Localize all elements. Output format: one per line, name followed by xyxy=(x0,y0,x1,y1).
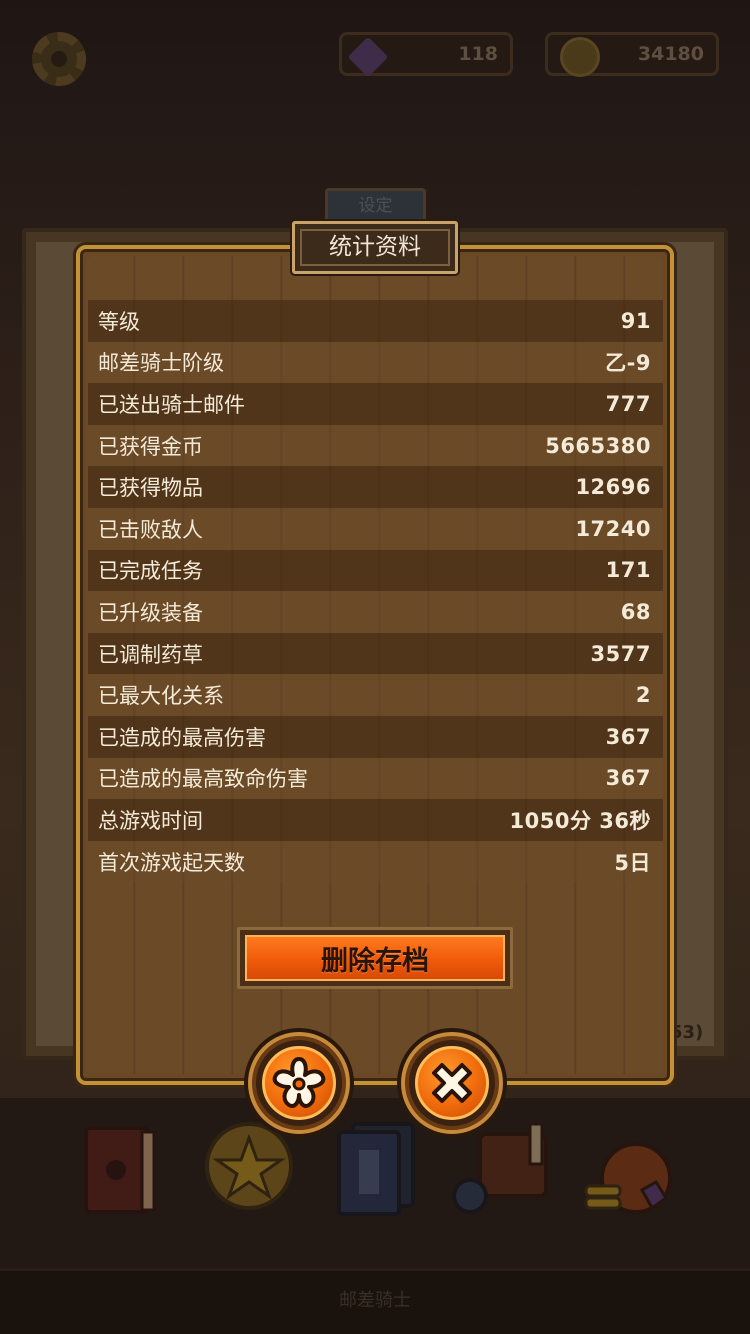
stat-value: 2 xyxy=(635,683,651,708)
stat-value: 17240 xyxy=(575,516,651,541)
cards-icon xyxy=(337,1122,415,1216)
stat-value: 5665380 xyxy=(545,433,651,458)
stat-label: 已完成任务 xyxy=(98,559,203,584)
stat-value: 91 xyxy=(620,308,651,333)
settings-button[interactable] xyxy=(248,1032,350,1134)
stat-label: 已最大化关系 xyxy=(98,684,224,709)
stat-value: 5日 xyxy=(614,850,651,875)
stat-value: 1050分 36秒 xyxy=(509,808,651,833)
gear-icon[interactable] xyxy=(32,32,86,86)
close-button[interactable] xyxy=(401,1032,503,1134)
stat-row: 已升级装备 68 xyxy=(88,591,663,633)
dialog-title-plate: 统计资料 xyxy=(292,221,458,274)
stat-value: 乙-9 xyxy=(605,351,651,376)
stat-value: 3577 xyxy=(590,641,651,666)
stat-row: 已最大化关系 2 xyxy=(88,674,663,716)
gem-icon xyxy=(347,36,389,78)
stat-row: 已完成任务 171 xyxy=(88,549,663,592)
stat-label: 已获得物品 xyxy=(98,476,203,501)
stat-label: 已获得金币 xyxy=(98,434,203,459)
stat-value: 171 xyxy=(605,558,651,583)
stat-label: 已送出骑士邮件 xyxy=(98,392,245,417)
stat-row: 已造成的最高致命伤害 367 xyxy=(88,757,663,800)
stat-row: 总游戏时间 1050分 36秒 xyxy=(88,799,663,841)
delete-save-button[interactable]: 删除存档 xyxy=(237,927,513,989)
stat-label: 首次游戏起天数 xyxy=(98,850,245,875)
gold-count: 34180 xyxy=(637,43,704,65)
stat-row: 等级 91 xyxy=(88,300,663,342)
stat-row: 邮差骑士阶级 乙-9 xyxy=(88,341,663,384)
stat-value: 367 xyxy=(605,724,651,749)
dialog-title: 统计资料 xyxy=(329,234,421,260)
stat-row: 已造成的最高伤害 367 xyxy=(88,715,663,758)
asterisk-icon xyxy=(272,1057,326,1108)
stat-label: 已造成的最高伤害 xyxy=(98,725,266,750)
stat-label: 已升级装备 xyxy=(98,600,203,625)
stat-row: 已调制药草 3577 xyxy=(88,632,663,675)
stat-row: 已获得金币 5665380 xyxy=(88,424,663,467)
stat-value: 777 xyxy=(605,391,651,416)
stat-row: 已获得物品 12696 xyxy=(88,466,663,508)
delete-save-label: 删除存档 xyxy=(245,935,505,981)
stat-row: 已送出骑士邮件 777 xyxy=(88,383,663,425)
background-settings-tab: 设定 xyxy=(325,188,426,224)
stat-value: 12696 xyxy=(575,475,651,500)
satchel-icon xyxy=(452,1122,548,1214)
close-icon xyxy=(432,1063,472,1103)
stat-label: 已击败敌人 xyxy=(98,517,203,542)
gem-count: 118 xyxy=(458,43,498,65)
stat-row: 已击败敌人 17240 xyxy=(88,507,663,550)
stat-label: 等级 xyxy=(98,309,140,334)
stat-label: 总游戏时间 xyxy=(98,808,203,833)
stat-label: 邮差骑士阶级 xyxy=(98,351,224,376)
gem-counter: 118 xyxy=(339,32,513,78)
stat-value: 367 xyxy=(605,766,651,791)
background-partial-badge: 53) xyxy=(670,1022,704,1043)
stats-list: 等级 91 邮差骑士阶级 乙-9 已送出骑士邮件 777 已获得金币 5665380 已获得物品… xyxy=(88,300,663,883)
stat-label: 已调制药草 xyxy=(98,642,203,667)
stat-value: 68 xyxy=(620,599,651,624)
stat-label: 已造成的最高致命伤害 xyxy=(98,767,308,792)
coin-icon xyxy=(560,37,600,77)
stat-row: 首次游戏起天数 5日 xyxy=(88,840,663,883)
book-icon xyxy=(84,1126,156,1214)
top-bar: 118 34180 xyxy=(0,0,750,110)
loot-bag-icon xyxy=(584,1142,672,1214)
bottom-label: 邮差骑士 xyxy=(339,1290,411,1311)
gold-counter: 34180 xyxy=(545,32,719,77)
coin-star-icon xyxy=(205,1122,293,1210)
